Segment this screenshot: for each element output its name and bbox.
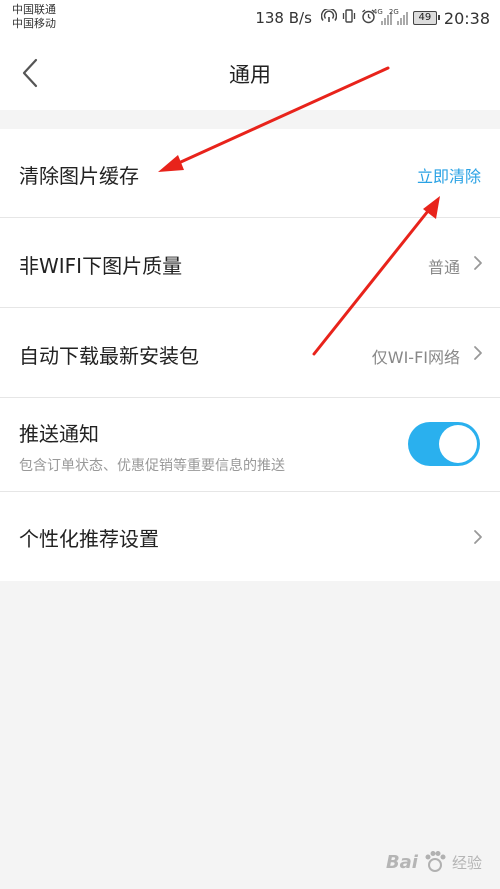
paw-logo-icon <box>425 851 446 872</box>
signal-2-icon: 2G <box>389 8 408 25</box>
chevron-right-icon <box>474 530 482 544</box>
personalization-row[interactable]: 个性化推荐设置 <box>0 492 500 581</box>
clear-cache-row[interactable]: 清除图片缓存 立即清除 <box>0 129 500 218</box>
clock: 20:38 <box>443 8 490 28</box>
push-notification-row: 推送通知 包含订单状态、优惠促销等重要信息的推送 <box>0 398 500 492</box>
chevron-right-icon <box>474 346 482 360</box>
battery-icon: 49 <box>412 11 440 25</box>
network-type-1: 4G <box>372 8 383 16</box>
carrier-2: 中国移动 <box>12 17 56 30</box>
network-speed: 138 B/s <box>255 9 312 27</box>
hotspot-icon <box>320 7 338 27</box>
vibrate-icon <box>342 9 356 27</box>
watermark-brand: Bai <box>385 851 418 873</box>
push-notification-toggle[interactable] <box>408 422 480 466</box>
watermark-text: 经验 <box>451 853 482 872</box>
image-quality-value: 普通 <box>427 258 460 277</box>
auto-download-label: 自动下载最新安装包 <box>19 344 199 368</box>
auto-download-row[interactable]: 自动下载最新安装包 仅WI-FI网络 <box>0 308 500 398</box>
push-notification-label: 推送通知 <box>19 422 99 446</box>
toggle-knob <box>439 425 477 463</box>
network-type-2: 2G <box>388 8 399 16</box>
image-quality-label: 非WIFI下图片质量 <box>19 254 183 278</box>
status-indicators: 138 B/s 4G 2G 49 20:38 <box>255 6 490 30</box>
baidu-jingyan-watermark: Bai 经验 <box>386 849 482 875</box>
status-bar: 中国联通 中国移动 138 B/s 4G 2G 49 20:38 <box>0 0 500 36</box>
clear-now-button[interactable]: 立即清除 <box>417 163 481 187</box>
settings-list: 清除图片缓存 立即清除 非WIFI下图片质量 普通 自动下载最新安装包 仅WI-… <box>0 129 500 581</box>
auto-download-value: 仅WI-FI网络 <box>371 348 460 367</box>
header: 通用 <box>0 36 500 110</box>
clear-cache-label: 清除图片缓存 <box>19 164 139 188</box>
push-notification-description: 包含订单状态、优惠促销等重要信息的推送 <box>19 458 285 474</box>
image-quality-row[interactable]: 非WIFI下图片质量 普通 <box>0 218 500 308</box>
carrier-1: 中国联通 <box>12 3 56 16</box>
chevron-right-icon <box>474 256 482 270</box>
personalization-label: 个性化推荐设置 <box>19 527 159 551</box>
page-title: 通用 <box>229 63 271 87</box>
